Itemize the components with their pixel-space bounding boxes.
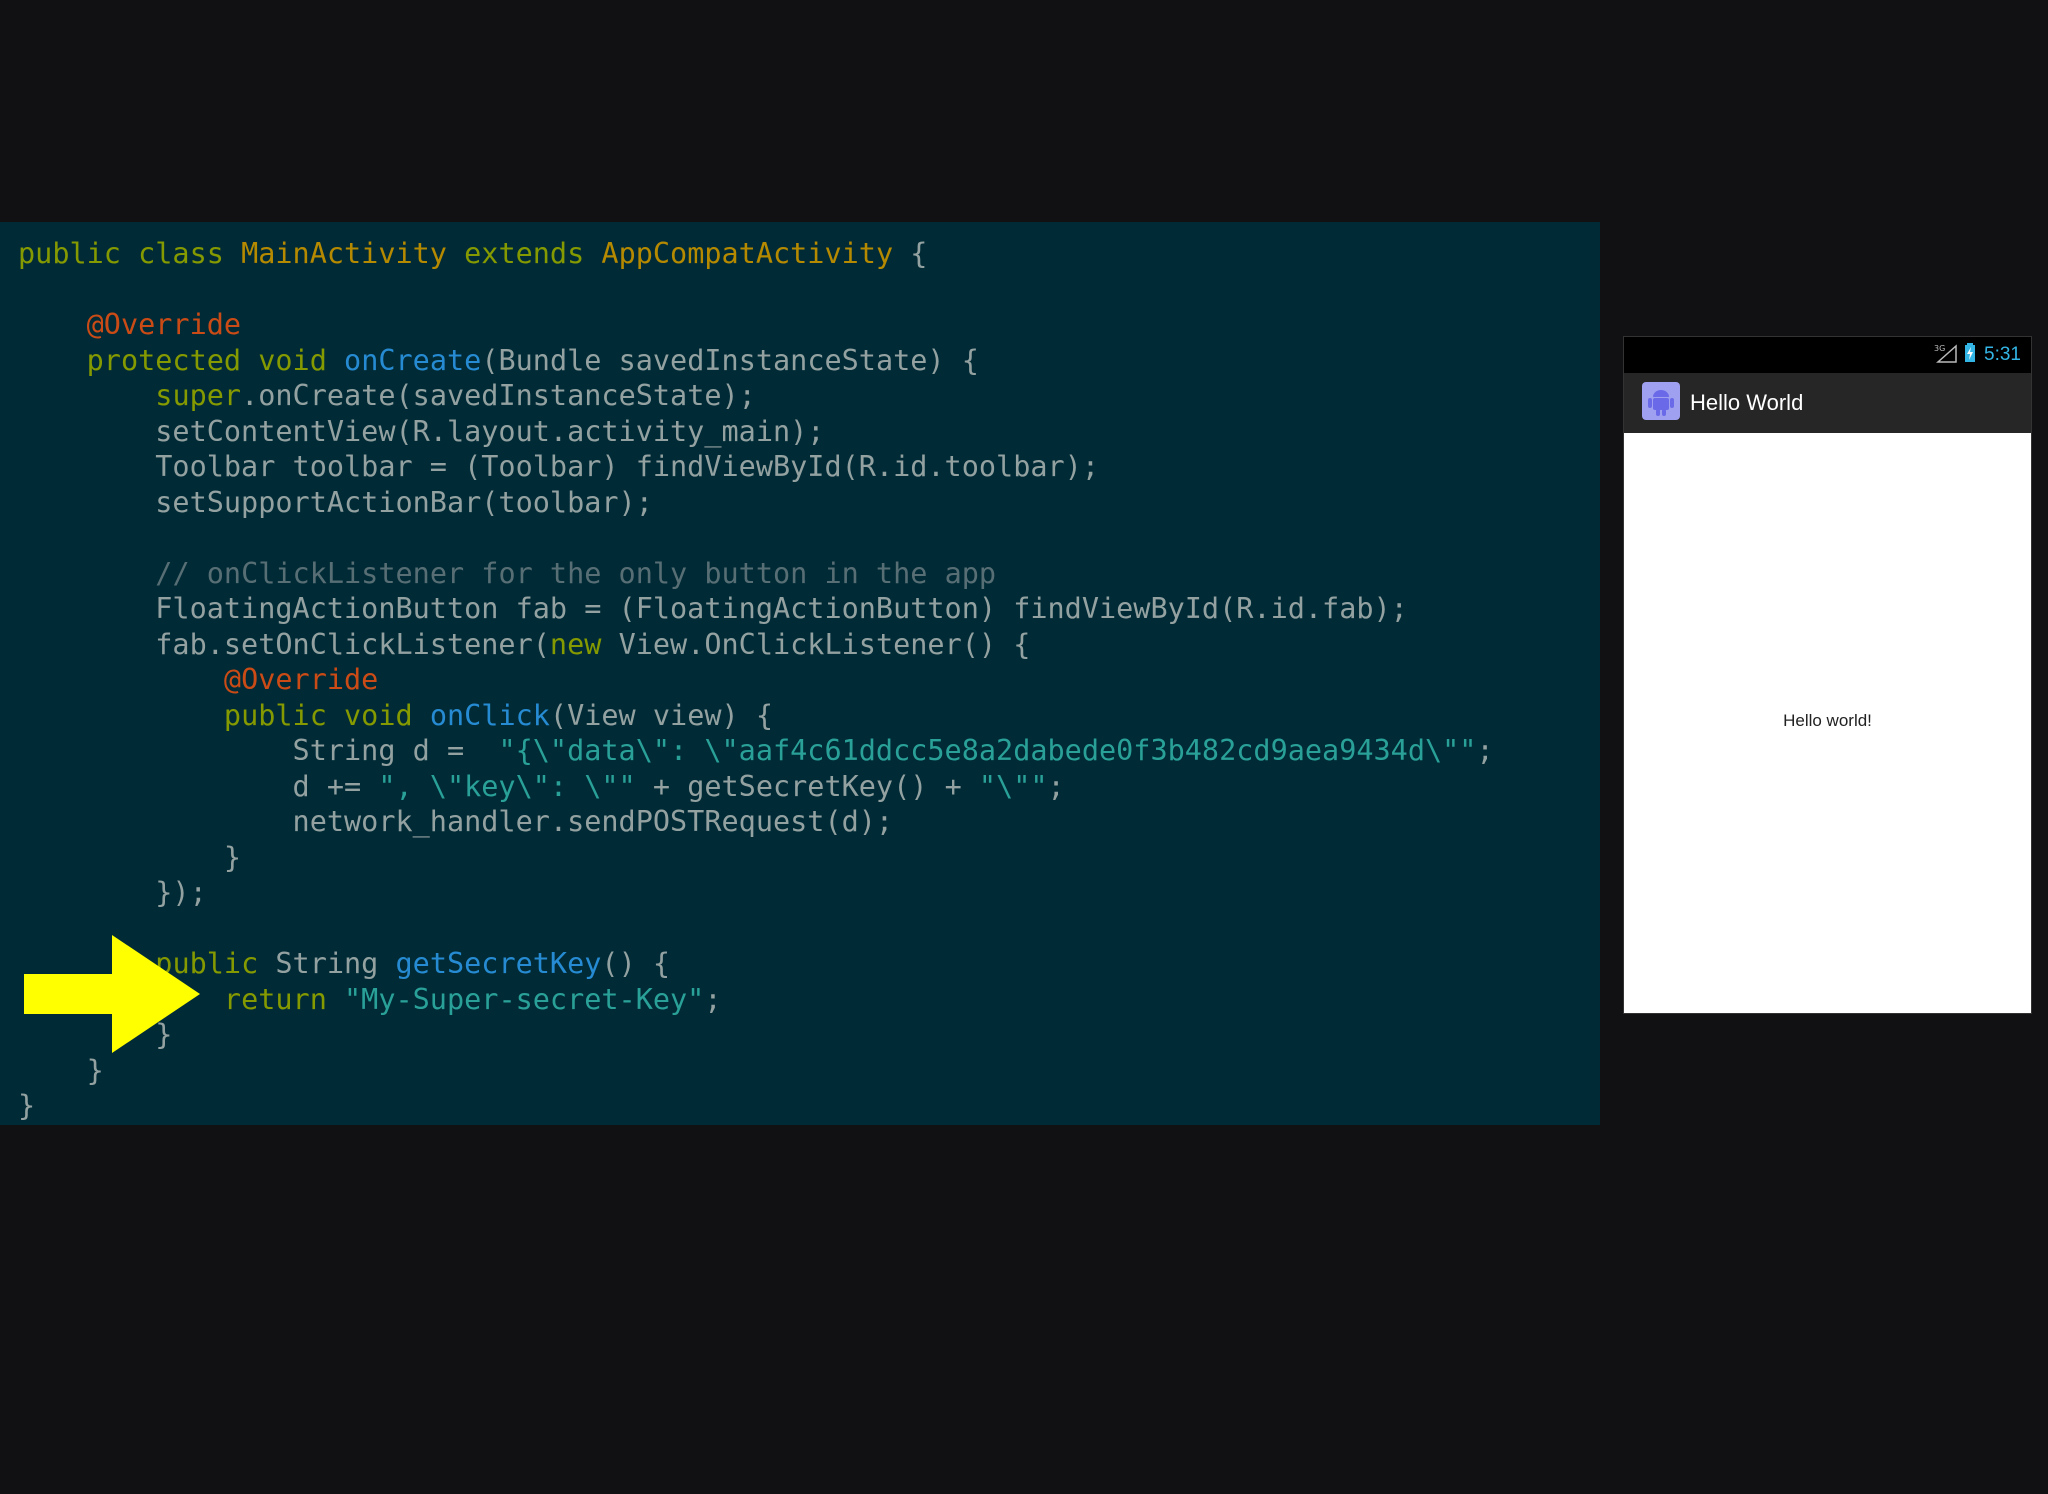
code-line: public class MainActivity extends AppCom… — [18, 236, 1494, 272]
action-bar: Hello World — [1624, 373, 2031, 433]
code-token: "My-Super-secret-Key" — [344, 982, 705, 1016]
code-token: @Override — [223, 663, 379, 696]
code-line: public String getSecretKey() { — [18, 946, 1494, 982]
code-line: fab.setOnClickListener(new View.OnClickL… — [18, 627, 1494, 663]
code-token: setSupportActionBar(toolbar); — [18, 485, 653, 519]
code-line: protected void onCreate(Bundle savedInst… — [18, 343, 1494, 379]
code-token: onClick — [429, 698, 550, 732]
app-title: Hello World — [1690, 390, 1804, 415]
code-line: return "My-Super-secret-Key"; — [18, 982, 1494, 1018]
code-token: Toolbar toolbar = (Toolbar) findViewById… — [18, 450, 1099, 483]
code-token: } — [18, 1089, 36, 1122]
code-token: onCreate — [344, 343, 482, 377]
code-token: { — [893, 237, 928, 270]
code-line: Toolbar toolbar = (Toolbar) findViewById… — [18, 449, 1494, 485]
code-token: ", \"key\": \"" — [378, 769, 636, 803]
code-token: + getSecretKey() + — [635, 769, 979, 803]
code-line: String d = "{\"data\": \"aaf4c61ddcc5e8a… — [18, 733, 1494, 769]
code-token: fab.setOnClickListener( — [18, 627, 550, 661]
code-token: String d = — [18, 734, 499, 767]
battery-icon — [1964, 342, 1976, 368]
code-token: String — [275, 947, 396, 980]
code-token: setContentView(R.layout.activity_main); — [18, 414, 825, 448]
code-token: "\"" — [978, 769, 1048, 803]
code-line: @Override — [18, 662, 1494, 698]
code-token: ; — [1047, 769, 1065, 803]
code-token: getSecretKey — [395, 947, 602, 980]
code-line: // onClickListener for the only button i… — [18, 556, 1494, 592]
code-line: @Override — [18, 307, 1494, 343]
code-line: setContentView(R.layout.activity_main); — [18, 414, 1494, 450]
code-token: } — [18, 1053, 104, 1087]
code-line: network_handler.sendPOSTRequest(d); — [18, 804, 1494, 840]
code-token: "{\"data\": \"aaf4c61ddcc5e8a2dabede0f3b… — [498, 734, 1477, 767]
code-token: ; — [1476, 734, 1494, 767]
code-line: public void onClick(View view) { — [18, 698, 1494, 734]
code-line: setSupportActionBar(toolbar); — [18, 485, 1494, 521]
code-token: // onClickListener for the only button i… — [155, 556, 997, 590]
code-line: } — [18, 1017, 1494, 1053]
code-token: (View view) { — [549, 698, 773, 732]
code-token: (Bundle savedInstanceState) { — [481, 343, 979, 377]
yellow-arrow-icon — [24, 935, 200, 1053]
code-line: }); — [18, 875, 1494, 911]
code-token: public class — [18, 237, 242, 270]
android-icon[interactable] — [1642, 381, 1680, 425]
code-line: d += ", \"key\": \"" + getSecretKey() + … — [18, 769, 1494, 805]
signal-icon: 3G — [1934, 343, 1958, 368]
code-token: FloatingActionButton fab = (FloatingActi… — [18, 592, 1408, 625]
code-token: network_handler.sendPOSTRequest(d); — [18, 805, 894, 838]
signal-label: 3G — [1934, 344, 1945, 353]
code-token: public void — [223, 698, 430, 732]
code-token: new — [549, 627, 602, 661]
code-line: } — [18, 1088, 1494, 1124]
code-line: FloatingActionButton fab = (FloatingActi… — [18, 591, 1494, 627]
code-token: ; — [704, 982, 722, 1016]
code-token: super — [155, 379, 242, 412]
status-bar: 3G 5:31 — [1624, 337, 2031, 373]
app-content: Hello world! — [1624, 433, 2031, 1013]
code-token: @Override — [86, 308, 242, 341]
status-clock: 5:31 — [1984, 344, 2021, 365]
code-token: extends — [464, 237, 602, 270]
code-token: } — [18, 840, 242, 874]
code-token: AppCompatActivity — [601, 237, 894, 270]
code-line: } — [18, 840, 1494, 876]
code-line: } — [18, 1053, 1494, 1089]
code-token: d += — [18, 769, 379, 803]
code-token: protected void — [86, 343, 345, 377]
hello-world-text: Hello world! — [1783, 711, 1872, 730]
code-editor: public class MainActivity extends AppCom… — [18, 236, 1494, 1124]
code-token: }); — [18, 876, 207, 909]
code-token: .onCreate(savedInstanceState); — [241, 379, 756, 412]
code-line: super.onCreate(savedInstanceState); — [18, 378, 1494, 414]
code-token: () { — [601, 947, 671, 980]
android-emulator: 3G 5:31 Hello World Hello world! — [1623, 336, 2032, 1014]
code-panel: public class MainActivity extends AppCom… — [0, 222, 1600, 1125]
code-token: View.OnClickListener() { — [601, 627, 1031, 661]
code-token: return — [223, 982, 345, 1016]
code-token: MainActivity — [241, 237, 465, 270]
